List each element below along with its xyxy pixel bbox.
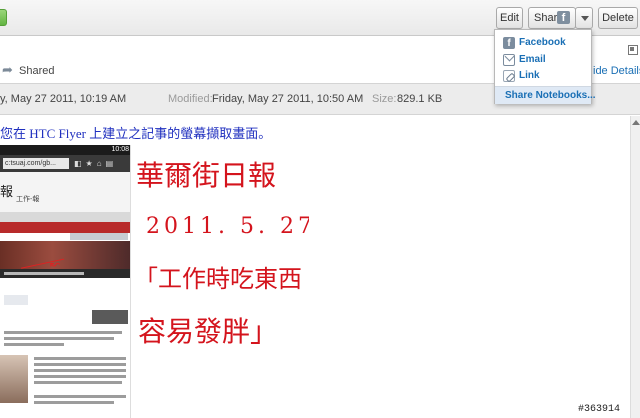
menu-item-label: Facebook (519, 37, 566, 48)
share-arrow-icon: ➦ (2, 62, 13, 77)
status-tab[interactable] (0, 9, 7, 26)
embedded-screenshot: 10:08 c:tsuaj.com/gb... ◧★⌂▤ 報 工作-報 ↜ (0, 145, 131, 418)
size-label: Size: (372, 93, 397, 105)
created-value: y, May 27 2011, 10:19 AM (0, 93, 127, 105)
edit-button[interactable]: Edit (496, 7, 523, 29)
size-value: 829.1 KB (397, 93, 443, 105)
share-facebook-item[interactable]: f Facebook (495, 35, 591, 51)
share-dropdown-button[interactable] (575, 7, 593, 29)
text-line (34, 395, 126, 398)
link-icon (503, 70, 515, 82)
site-block (4, 295, 28, 305)
facebook-icon: f (557, 11, 570, 24)
expand-icon[interactable] (628, 45, 638, 55)
site-logo: 報 (0, 185, 14, 200)
handwriting-line-2: 2011. 5. 27 (146, 214, 309, 239)
share-button[interactable]: Share f (528, 7, 576, 29)
chevron-up-icon[interactable] (632, 120, 640, 125)
chevron-down-icon (581, 16, 589, 21)
handwriting-line-4: 容易發胖」 (138, 315, 278, 348)
share-menu: f Facebook Email Link Share Notebooks... (494, 29, 596, 104)
text-line (34, 369, 126, 372)
menu-item-label: Email (519, 54, 546, 65)
browser-icons: ◧★⌂▤ (74, 159, 118, 168)
modified-value: Friday, May 27 2011, 10:50 AM (212, 93, 364, 105)
clock: 10:08 (111, 146, 129, 153)
handwriting-line-1: 華爾街日報 (136, 159, 276, 192)
menu-item-label: Share Notebooks... (505, 90, 596, 101)
url-text: c:tsuaj.com/gb... (3, 158, 69, 169)
text-line (4, 331, 122, 334)
scrollbar[interactable] (630, 116, 640, 418)
text-line (4, 343, 64, 346)
share-email-item[interactable]: Email (495, 52, 591, 68)
site-side-box (92, 310, 128, 324)
text-line (34, 401, 114, 404)
article-photo (0, 355, 28, 403)
note-caption: 您在 HTC Flyer 上建立之記事的螢幕擷取畫面。 (0, 126, 272, 141)
watermark: #363914 (578, 404, 621, 415)
handwritten-note: 華爾街日報 2011. 5. 27 「工作時吃東西 容易發胖」 (134, 159, 309, 348)
handwriting-line-3: 「工作時吃東西 (134, 265, 302, 293)
shared-status: Shared (19, 65, 55, 77)
site-block (70, 233, 128, 240)
site-header: 報 工作-報 (0, 172, 130, 212)
hide-details-link[interactable]: ide Details (593, 65, 640, 77)
text-line (34, 381, 122, 384)
red-annotation-arrow: ↜ (50, 257, 61, 271)
email-icon (503, 54, 515, 66)
share-notebooks-item[interactable]: Share Notebooks... (495, 86, 596, 104)
delete-button[interactable]: Delete (598, 7, 638, 29)
modified-label: Modified: (168, 93, 213, 105)
menu-item-label: Link (519, 70, 540, 81)
text-line (34, 363, 126, 366)
text-line (34, 375, 126, 378)
site-nav-secondary (0, 222, 130, 233)
share-link-item[interactable]: Link (495, 68, 591, 84)
status-bar: 10:08 (0, 145, 130, 155)
url-bar: c:tsuaj.com/gb... ◧★⌂▤ (0, 155, 130, 172)
site-logo-sub: 工作-報 (16, 196, 40, 203)
text-line (4, 337, 114, 340)
facebook-icon: f (503, 37, 515, 49)
site-nav (0, 212, 130, 222)
text-line (34, 357, 126, 360)
